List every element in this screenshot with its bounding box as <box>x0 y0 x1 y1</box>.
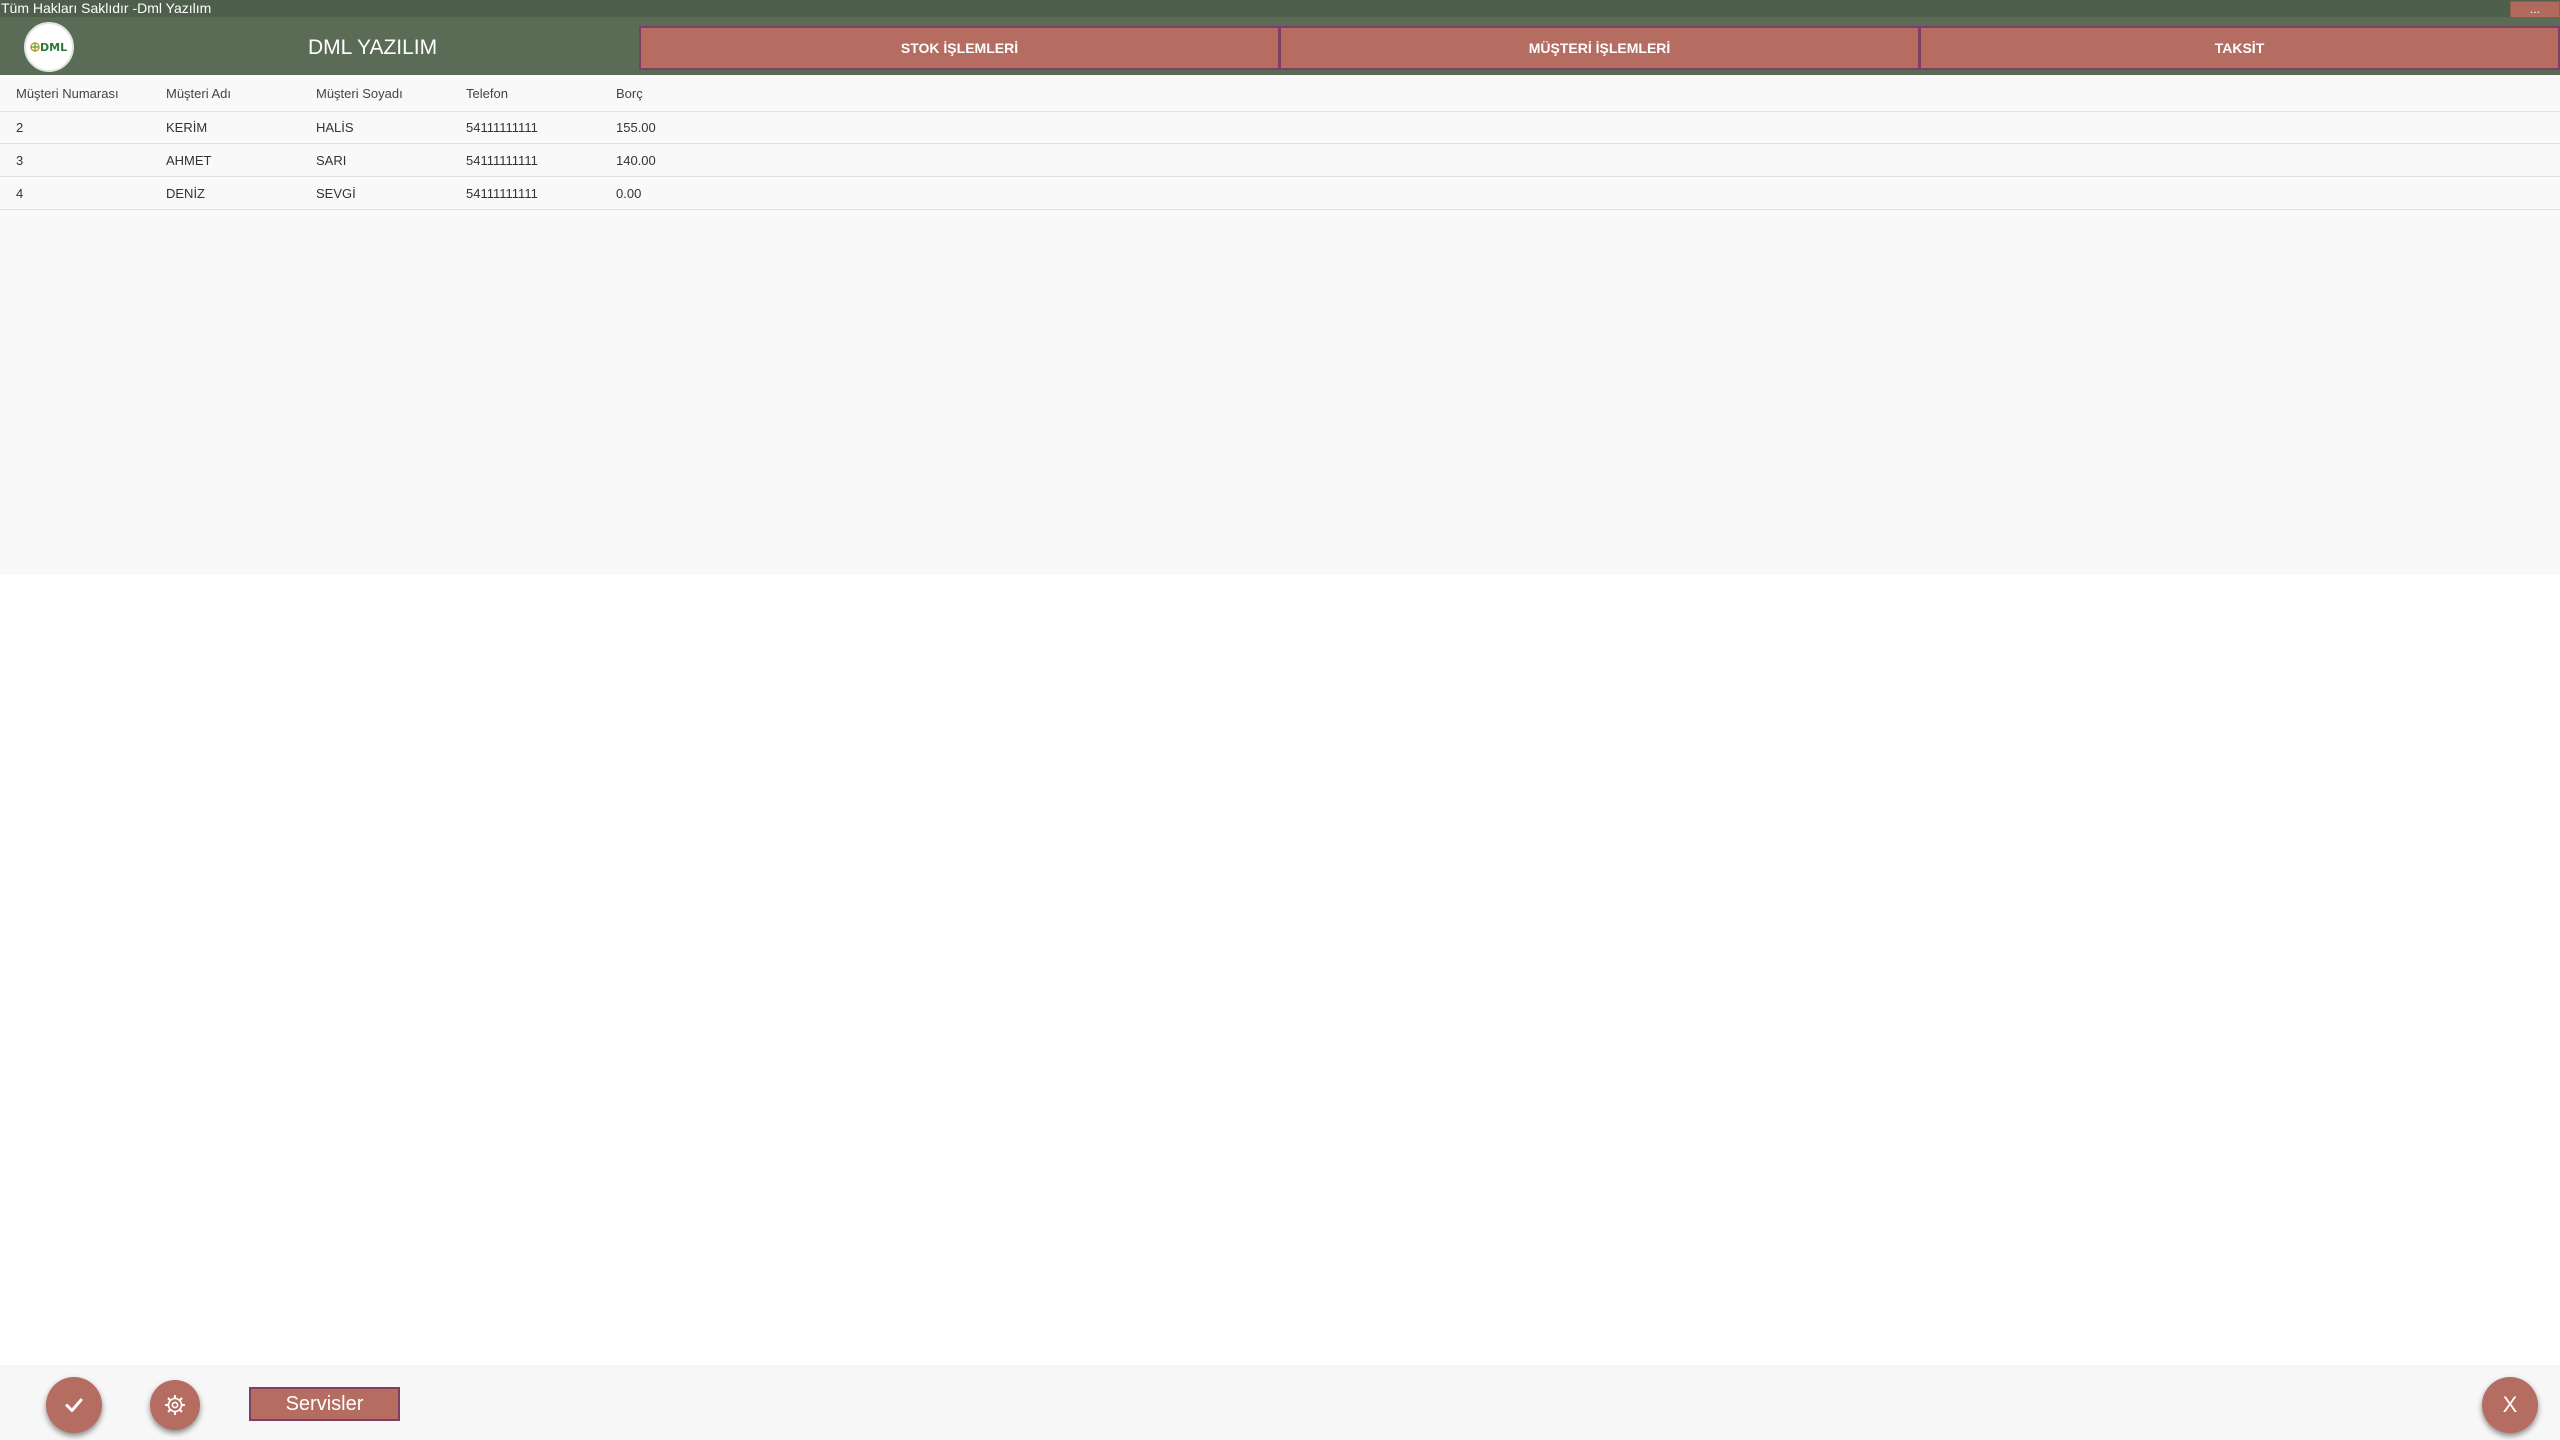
cell-musteri-soyadi: SARI <box>316 153 347 168</box>
customer-grid[interactable]: Müşteri Numarası Müşteri Adı Müşteri Soy… <box>0 75 2560 575</box>
cell-musteri-adi: AHMET <box>166 153 212 168</box>
svg-text:DML: DML <box>40 41 67 54</box>
app-name: DML YAZILIM <box>308 36 438 59</box>
column-header-musteri-soyadi[interactable]: Müşteri Soyadı <box>316 75 403 112</box>
cell-borc: 140.00 <box>616 153 656 168</box>
grid-header: Müşteri Numarası Müşteri Adı Müşteri Soy… <box>0 75 2560 112</box>
cell-telefon: 54111111111 <box>466 153 538 168</box>
window-title: Tüm Hakları Saklıdır -Dml Yazılım <box>1 0 212 16</box>
settings-button[interactable] <box>150 1380 200 1430</box>
close-button[interactable]: X <box>2482 1377 2538 1433</box>
table-row[interactable]: 4 DENİZ SEVGİ 54111111111 0.00 <box>0 178 2560 210</box>
close-icon: X <box>2502 1392 2518 1417</box>
cell-musteri-numarasi: 4 <box>16 186 24 201</box>
cell-telefon: 54111111111 <box>466 120 538 135</box>
cell-musteri-soyadi: SEVGİ <box>316 186 356 201</box>
cell-musteri-adi: KERİM <box>166 120 208 135</box>
cell-musteri-numarasi: 2 <box>16 120 24 135</box>
column-header-borc[interactable]: Borç <box>616 75 643 112</box>
confirm-button[interactable] <box>46 1377 102 1433</box>
check-icon <box>65 1398 83 1412</box>
cell-musteri-numarasi: 3 <box>16 153 24 168</box>
app-header: DML DML YAZILIM STOK İŞLEMLERİ MÜŞTERİ İ… <box>0 17 2560 75</box>
cell-borc: 0.00 <box>616 186 642 201</box>
footer-toolbar: Servisler X <box>0 1365 2560 1440</box>
window-titlebar: Tüm Hakları Saklıdır -Dml Yazılım ... <box>0 0 2560 21</box>
column-header-musteri-adi[interactable]: Müşteri Adı <box>166 75 231 112</box>
table-row[interactable]: 2 KERİM HALİS 54111111111 155.00 <box>0 112 2560 144</box>
logo-mark-icon: DML <box>30 41 67 54</box>
tab-stok-islemleri[interactable]: STOK İŞLEMLERİ <box>639 26 1280 70</box>
tab-taksit[interactable]: TAKSİT <box>1919 26 2560 70</box>
cell-telefon: 54111111111 <box>466 186 538 201</box>
services-button[interactable]: Servisler <box>249 1387 400 1421</box>
cell-musteri-adi: DENİZ <box>166 186 205 201</box>
logo: DML <box>24 22 74 72</box>
column-header-musteri-numarasi[interactable]: Müşteri Numarası <box>16 75 119 112</box>
cell-musteri-soyadi: HALİS <box>316 120 354 135</box>
gear-icon <box>164 1394 186 1416</box>
tab-musteri-islemleri[interactable]: MÜŞTERİ İŞLEMLERİ <box>1279 26 1920 70</box>
table-row[interactable]: 3 AHMET SARI 54111111111 140.00 <box>0 145 2560 177</box>
cell-borc: 155.00 <box>616 120 656 135</box>
column-header-telefon[interactable]: Telefon <box>466 75 508 112</box>
